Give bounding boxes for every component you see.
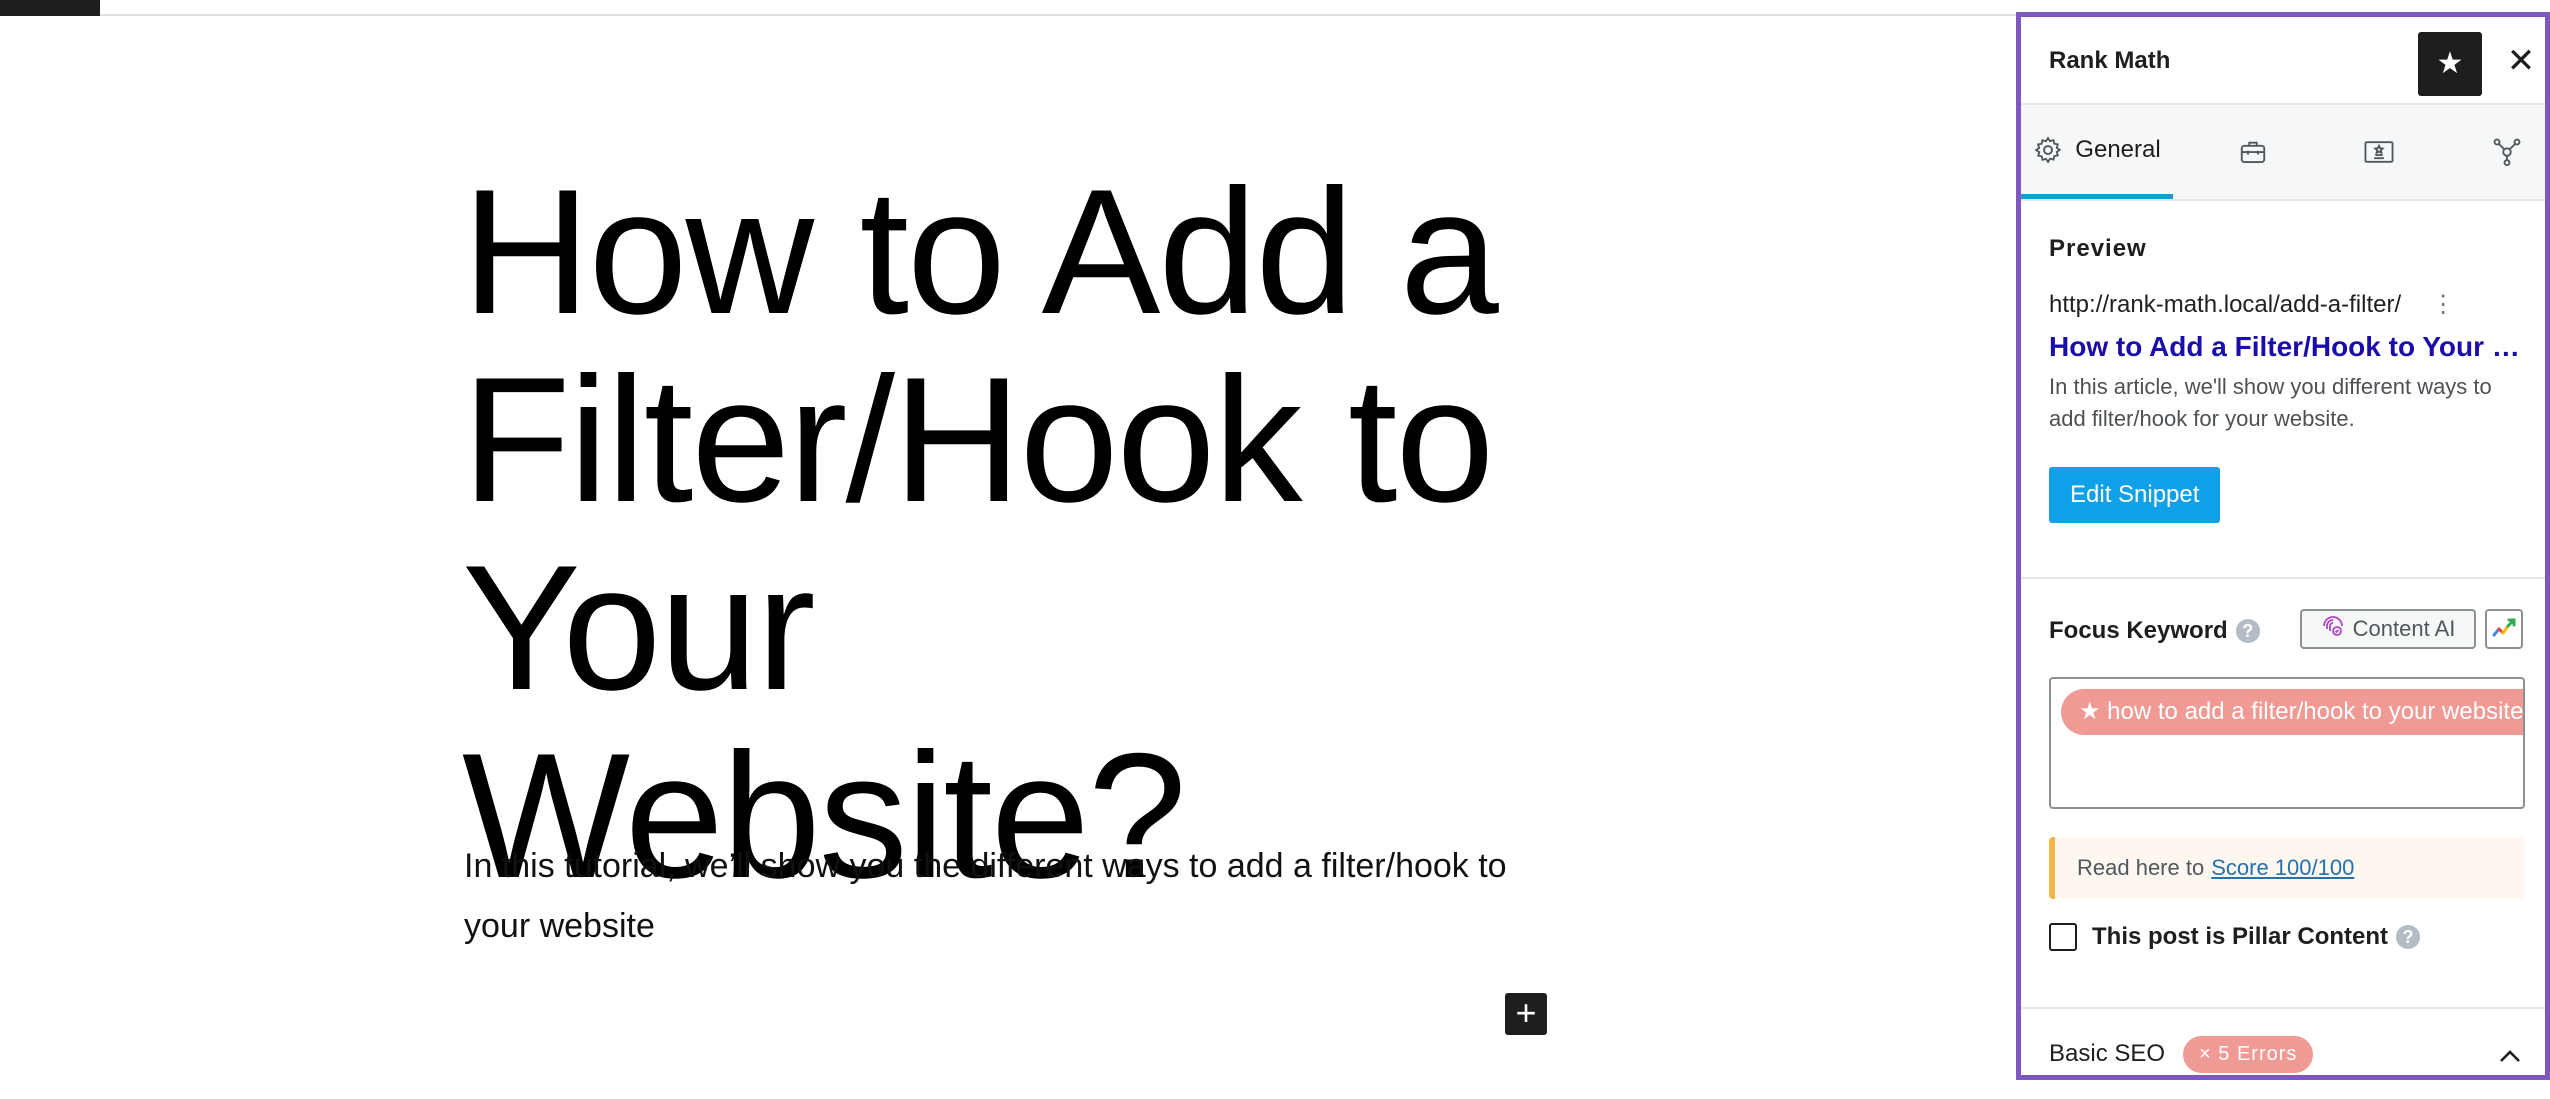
toolbox-icon xyxy=(2238,137,2268,167)
focus-keyword-label: Focus Keyword xyxy=(2049,617,2228,644)
block-inserter-button[interactable]: + xyxy=(1505,993,1547,1035)
errors-badge: × 5 Errors xyxy=(2183,1035,2314,1073)
score-link[interactable]: Score 100/100 xyxy=(2211,855,2354,881)
google-trends-button[interactable] xyxy=(2485,609,2523,649)
sidebar-title: Rank Math xyxy=(2049,47,2171,74)
score-notice: Read here to Score 100/100 xyxy=(2049,837,2525,899)
help-icon[interactable]: ? xyxy=(2396,925,2421,949)
focus-keyword-section: Focus Keyword ? Content AI ★ how to add … xyxy=(2021,609,2545,955)
certificate-icon xyxy=(2363,138,2395,166)
tab-general[interactable]: General xyxy=(2021,105,2173,199)
edit-snippet-button[interactable]: Edit Snippet xyxy=(2049,467,2221,523)
tab-general-label: General xyxy=(2075,135,2161,163)
pillar-content-row: This post is Pillar Content ? xyxy=(2049,919,2517,955)
pin-star-button[interactable]: ★ xyxy=(2418,32,2482,96)
tab-social[interactable] xyxy=(2475,105,2539,199)
paragraph-block[interactable]: In this tutorial, we’ll show you the dif… xyxy=(464,836,1564,956)
preview-title[interactable]: How to Add a Filter/Hook to Your Website… xyxy=(2049,331,2527,363)
trends-icon xyxy=(2491,617,2517,642)
content-ai-button[interactable]: Content AI xyxy=(2300,609,2476,649)
wordpress-logo-button[interactable] xyxy=(0,0,100,16)
close-icon: ✕ xyxy=(2506,42,2536,80)
section-divider xyxy=(2021,577,2545,579)
preview-section: Preview http://rank-math.local/add-a-fil… xyxy=(2021,235,2545,523)
chevron-up-icon[interactable] xyxy=(2499,1039,2521,1070)
schema-nodes-icon xyxy=(2492,137,2522,167)
tab-advanced[interactable] xyxy=(2221,105,2285,199)
star-icon: ★ xyxy=(2436,47,2464,80)
gear-icon xyxy=(2033,135,2063,165)
basic-seo-label: Basic SEO xyxy=(2049,1040,2166,1067)
preview-heading: Preview xyxy=(2049,235,2147,262)
editor-canvas: How to Add a Filter/Hook to Your Website… xyxy=(0,18,2016,1092)
notice-text: Read here to xyxy=(2077,855,2205,880)
pillar-content-label[interactable]: This post is Pillar Content xyxy=(2092,923,2388,951)
focus-keyword-row: Focus Keyword ? Content AI xyxy=(2049,609,2523,653)
sidebar-header: Rank Math ★ ✕ xyxy=(2021,17,2545,105)
kebab-menu-icon: ⋮ xyxy=(2431,291,2456,318)
tab-schema[interactable] xyxy=(2347,105,2411,199)
preview-url: http://rank-math.local/add-a-filter/ xyxy=(2049,291,2402,318)
close-button[interactable]: ✕ xyxy=(2501,41,2541,81)
basic-seo-panel-toggle[interactable]: Basic SEO × 5 Errors xyxy=(2021,1009,2545,1099)
rank-math-sidebar: Rank Math ★ ✕ General Preview http://ran… xyxy=(2016,12,2550,1080)
keyword-tag[interactable]: ★ how to add a filter/hook to your websi… xyxy=(2061,689,2523,735)
content-ai-icon xyxy=(2321,614,2353,644)
help-icon[interactable]: ? xyxy=(2235,619,2260,643)
post-title[interactable]: How to Add a Filter/Hook to Your Website… xyxy=(462,158,1562,910)
pillar-content-checkbox[interactable] xyxy=(2049,923,2077,951)
focus-keyword-input[interactable]: ★ how to add a filter/hook to your websi… xyxy=(2049,677,2525,809)
preview-url-row: http://rank-math.local/add-a-filter/ ⋮ xyxy=(2049,291,2517,319)
content-ai-label: Content AI xyxy=(2352,616,2456,641)
sidebar-tabs: General xyxy=(2021,105,2545,201)
preview-description: In this article, we'll show you differen… xyxy=(2049,374,2492,431)
